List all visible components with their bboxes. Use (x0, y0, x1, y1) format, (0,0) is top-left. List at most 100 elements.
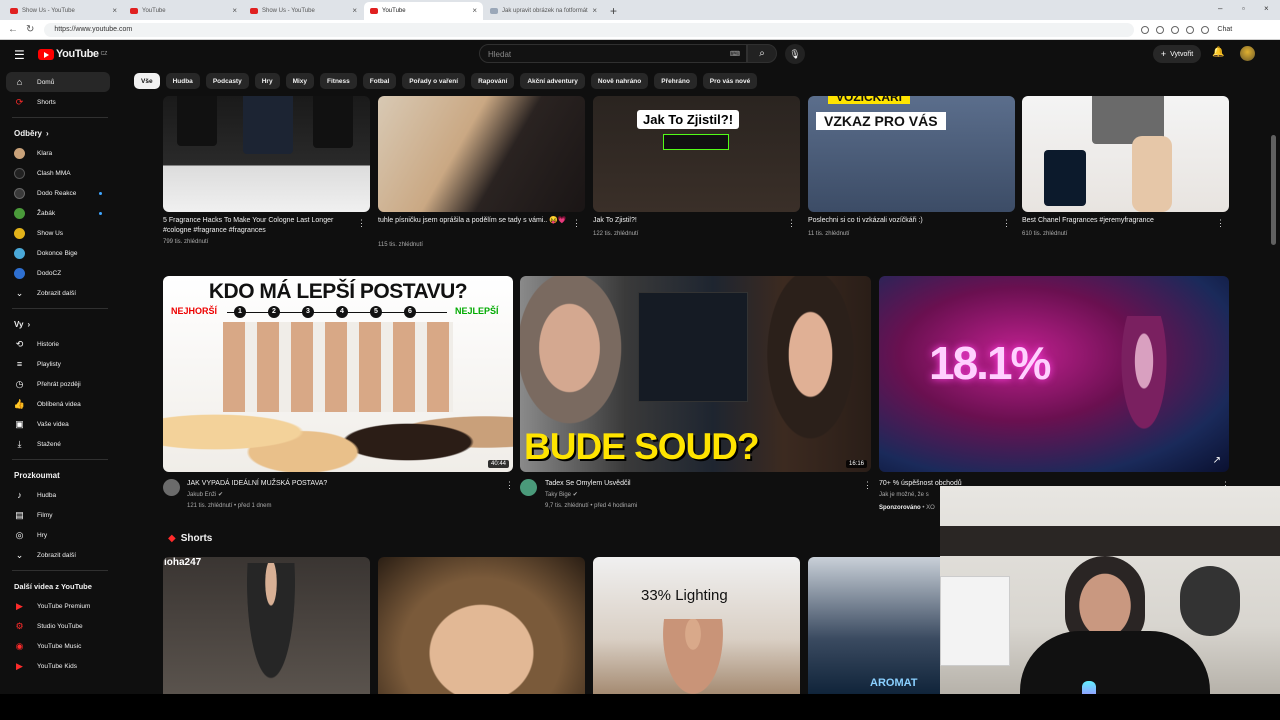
short-thumbnail[interactable] (378, 557, 585, 694)
sidebar-item-playlists[interactable]: ≡ Playlisty (0, 354, 120, 374)
collections-icon[interactable] (1186, 25, 1195, 34)
video-thumbnail[interactable] (1022, 96, 1229, 212)
video-thumbnail[interactable] (163, 96, 370, 212)
sidebar-item-subscription[interactable]: Klara (0, 143, 120, 163)
url-field[interactable]: https://www.youtube.com (44, 22, 1135, 37)
video-thumbnail[interactable]: Jak To Zjistil?! (593, 96, 800, 212)
new-tab-icon[interactable]: + (610, 2, 617, 20)
youtube-logo[interactable]: YouTube CZ (38, 48, 107, 60)
chip[interactable]: Akční adventury (520, 73, 585, 89)
close-tab-icon[interactable]: × (352, 6, 357, 15)
chip[interactable]: Nově nahráno (590, 73, 649, 89)
chip[interactable]: Podcasty (205, 73, 249, 89)
video-title[interactable]: 5 Fragrance Hacks To Make Your Cologne L… (163, 216, 353, 236)
chip[interactable]: Pro vás nové (702, 73, 758, 89)
video-thumbnail[interactable]: BUDE SOUD? 16:16 (520, 276, 871, 472)
chip[interactable]: Fotbal (362, 73, 397, 89)
short-thumbnail[interactable]: 33% Lighting (593, 557, 800, 694)
browser-tab[interactable]: Jak upravit obrázek na fotformát × (484, 2, 603, 20)
close-tab-icon[interactable]: × (472, 6, 477, 15)
subscriptions-heading[interactable]: Odběry › (0, 123, 120, 143)
sidebar-item-studio[interactable]: ⚙ Studio YouTube (0, 616, 120, 636)
channel-name[interactable]: Jakub Enži ✔ (187, 490, 223, 500)
chat-button[interactable]: Chat (1217, 26, 1232, 33)
sidebar-item-subscription[interactable]: Dokonce Bige (0, 243, 120, 263)
more-options-icon[interactable]: ⋮ (572, 218, 581, 229)
sidebar-item-subscription[interactable]: Dodo Reakce (0, 183, 120, 203)
translate-icon[interactable] (1141, 25, 1150, 34)
chip[interactable]: Hudba (165, 73, 200, 89)
sidebar-item-subscription[interactable]: DodoCZ (0, 263, 120, 283)
video-title[interactable]: Jak To Zjistil?! (593, 216, 783, 226)
chip[interactable]: Přehráno (654, 73, 697, 89)
maximize-icon[interactable]: ▫ (1242, 4, 1245, 13)
sidebar-item-music[interactable]: ♪ Hudba (0, 485, 120, 505)
create-button[interactable]: + Vytvořit (1153, 45, 1201, 63)
sidebar-item-downloads[interactable]: ⤓ Stažené (0, 434, 120, 454)
profile-icon[interactable] (1201, 25, 1210, 34)
video-thumbnail[interactable] (378, 96, 585, 212)
account-avatar[interactable] (1240, 46, 1255, 61)
close-window-icon[interactable]: × (1264, 4, 1269, 13)
video-title[interactable]: tuhle písničku jsem oprášila a podělím s… (378, 216, 568, 226)
short-thumbnail[interactable]: AROMAT (808, 557, 940, 694)
chip[interactable]: Pořady o vaření (402, 73, 466, 89)
sidebar-item-your-videos[interactable]: ▣ Vaše videa (0, 414, 120, 434)
browser-tab[interactable]: Show Us - YouTube × (244, 2, 363, 20)
search-input[interactable]: Hledat ⌨ (479, 44, 747, 63)
back-icon[interactable]: ← (8, 24, 18, 35)
more-options-icon[interactable]: ⋮ (863, 480, 872, 491)
keyboard-icon[interactable]: ⌨ (730, 50, 740, 58)
channel-name[interactable]: Taky Bige ✔ (545, 490, 578, 500)
voice-search-button[interactable]: 🎙 (785, 44, 805, 64)
sidebar-item-home[interactable]: ⌂ Domů (6, 72, 110, 92)
browser-tab[interactable]: Show Us - YouTube × (4, 2, 123, 20)
ad-thumbnail[interactable]: 18.1% ↗ (879, 276, 1229, 472)
short-thumbnail[interactable]: ioha247 (163, 557, 370, 694)
more-options-icon[interactable]: ⋮ (787, 218, 796, 229)
channel-avatar[interactable] (163, 479, 180, 496)
video-title[interactable]: JAK VYPADÁ IDEÁLNÍ MUŽSKÁ POSTAVA? (187, 479, 487, 489)
video-title[interactable]: Best Chanel Fragrances #jeremyfragrance (1022, 216, 1212, 226)
extensions-icon[interactable] (1156, 25, 1165, 34)
reload-icon[interactable]: ↻ (26, 24, 34, 35)
sidebar-item-show-more[interactable]: ⌄ Zobrazit další (0, 283, 120, 303)
video-title[interactable]: Tadex Se Omylem Usvědčil (545, 479, 845, 489)
sidebar-item-show-more[interactable]: ⌄ Zobrazit další (0, 545, 120, 565)
sidebar-item-subscription[interactable]: Clash MMA (0, 163, 120, 183)
close-tab-icon[interactable]: × (112, 6, 117, 15)
sidebar-item-subscription[interactable]: Žabák (0, 203, 120, 223)
chip[interactable]: Fitness (320, 73, 357, 89)
video-thumbnail[interactable]: KDO MÁ LEPŠÍ POSTAVU? NEJHORŠÍ NEJLEPŠÍ … (163, 276, 513, 472)
sidebar-item-kids[interactable]: ▶ YouTube Kids (0, 656, 120, 676)
sidebar-item-music-app[interactable]: ◉ YouTube Music (0, 636, 120, 656)
sidebar-item-liked[interactable]: 👍 Oblíbená videa (0, 394, 120, 414)
close-tab-icon[interactable]: × (592, 6, 597, 15)
chip[interactable]: Mixy (285, 73, 315, 89)
notifications-bell-icon[interactable]: 🔔 (1212, 47, 1224, 58)
search-button[interactable]: ⌕ (747, 44, 777, 63)
sidebar-item-movies[interactable]: ▤ Filmy (0, 505, 120, 525)
page-scrollbar[interactable] (1271, 135, 1276, 245)
sidebar-item-watch-later[interactable]: ◷ Přehrát později (0, 374, 120, 394)
more-options-icon[interactable]: ⋮ (505, 480, 514, 491)
sidebar-item-subscription[interactable]: Show Us (0, 223, 120, 243)
browser-tab[interactable]: YouTube × (124, 2, 243, 20)
channel-avatar[interactable] (520, 479, 537, 496)
sidebar-item-premium[interactable]: ▶ YouTube Premium (0, 596, 120, 616)
chip[interactable]: Rapování (471, 73, 515, 89)
open-external-icon[interactable]: ↗ (1213, 455, 1221, 466)
menu-icon[interactable]: ☰ (14, 48, 25, 62)
you-heading[interactable]: Vy › (0, 314, 120, 334)
sidebar-item-history[interactable]: ⟲ Historie (0, 334, 120, 354)
more-options-icon[interactable]: ⋮ (1216, 218, 1225, 229)
more-options-icon[interactable]: ⋮ (1002, 218, 1011, 229)
chip-all[interactable]: Vše (134, 73, 160, 89)
sidebar-item-shorts[interactable]: ⟳ Shorts (0, 92, 120, 112)
video-thumbnail[interactable]: VOZÍČKÁŘI VZKAZ PRO VÁS (808, 96, 1015, 212)
minimize-icon[interactable]: – (1218, 4, 1222, 13)
close-tab-icon[interactable]: × (232, 6, 237, 15)
sidebar-item-games[interactable]: ◎ Hry (0, 525, 120, 545)
favorite-star-icon[interactable] (1171, 25, 1180, 34)
video-title[interactable]: Poslechni si co ti vzkázali vozíčkáři :) (808, 216, 998, 226)
